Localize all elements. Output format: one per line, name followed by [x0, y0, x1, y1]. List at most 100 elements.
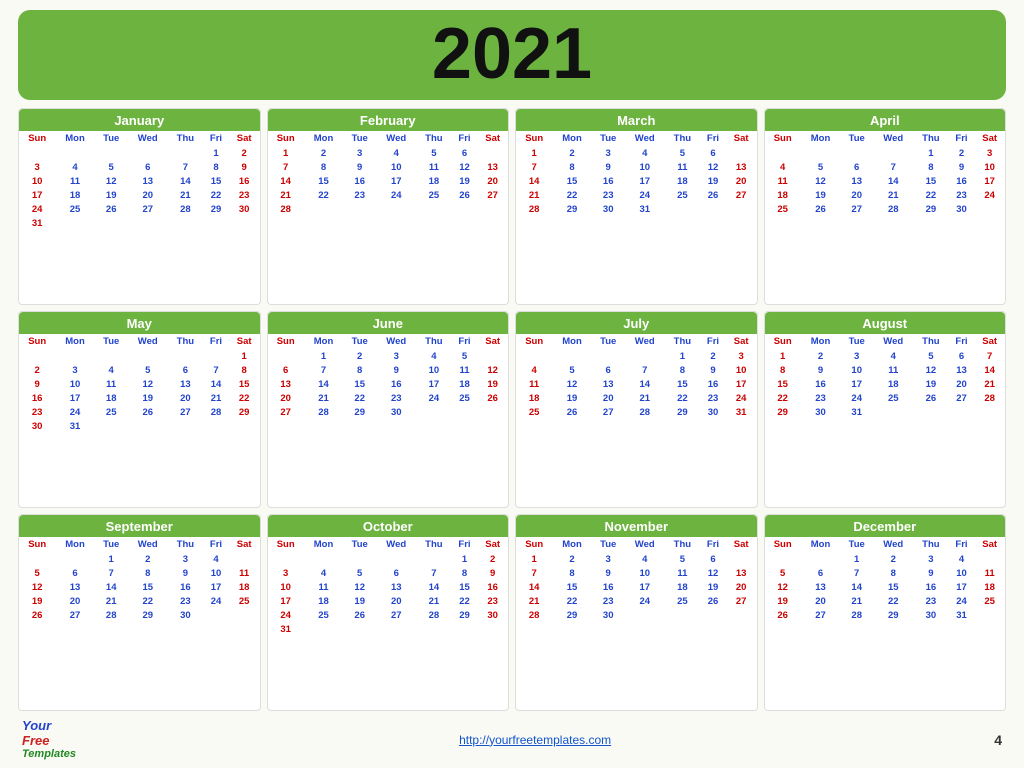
day-cell: 11	[416, 160, 451, 174]
day-header-tue: Tue	[840, 537, 873, 552]
day-cell: 12	[128, 377, 168, 391]
day-cell: 21	[974, 377, 1005, 391]
day-cell: 2	[343, 349, 376, 363]
day-cell: 9	[168, 566, 203, 580]
day-header-sat: Sat	[477, 537, 508, 552]
day-cell: 3	[840, 349, 873, 363]
day-cell: 15	[304, 174, 343, 188]
day-cell: 21	[516, 188, 552, 202]
day-cell: 4	[416, 349, 451, 363]
day-cell: 27	[168, 405, 203, 419]
day-cell: 12	[765, 580, 801, 594]
day-header-sat: Sat	[726, 131, 757, 146]
day-cell	[477, 202, 508, 216]
day-cell: 29	[229, 405, 260, 419]
logo-templates: Templates	[22, 748, 76, 760]
day-cell	[95, 349, 128, 363]
day-cell: 27	[840, 202, 873, 216]
day-cell: 19	[765, 594, 801, 608]
day-cell: 29	[873, 608, 913, 622]
day-cell: 11	[229, 566, 260, 580]
day-cell: 9	[343, 160, 376, 174]
day-cell: 5	[19, 566, 55, 580]
day-header-sun: Sun	[19, 537, 55, 552]
month-june: JuneSunMonTueWedThuFriSat123456789101112…	[267, 311, 510, 508]
day-cell: 29	[552, 608, 591, 622]
day-cell: 24	[19, 202, 55, 216]
day-cell: 16	[376, 377, 416, 391]
day-cell	[416, 552, 451, 566]
month-november: NovemberSunMonTueWedThuFriSat12345678910…	[515, 514, 758, 711]
day-cell	[168, 349, 203, 363]
day-cell: 22	[128, 594, 168, 608]
day-cell: 3	[974, 146, 1005, 160]
day-cell: 12	[700, 160, 726, 174]
day-cell: 2	[552, 146, 591, 160]
day-cell: 7	[840, 566, 873, 580]
day-header-mon: Mon	[801, 537, 840, 552]
day-cell: 11	[516, 377, 552, 391]
day-cell: 23	[592, 594, 625, 608]
day-cell	[376, 202, 416, 216]
day-cell: 19	[913, 377, 948, 391]
day-cell	[416, 202, 451, 216]
day-cell: 9	[477, 566, 508, 580]
day-cell: 16	[168, 580, 203, 594]
day-cell: 10	[376, 160, 416, 174]
month-table: SunMonTueWedThuFriSat1234567891011121314…	[765, 334, 1006, 419]
day-header-mon: Mon	[552, 334, 591, 349]
day-cell: 10	[726, 363, 757, 377]
day-cell: 27	[268, 405, 304, 419]
day-cell: 22	[343, 391, 376, 405]
footer-link[interactable]: http://yourfreetemplates.com	[459, 733, 611, 747]
day-header-wed: Wed	[376, 131, 416, 146]
day-cell: 21	[268, 188, 304, 202]
day-cell: 30	[168, 608, 203, 622]
day-cell: 20	[477, 174, 508, 188]
day-cell: 13	[268, 377, 304, 391]
day-cell	[416, 405, 451, 419]
day-header-sat: Sat	[229, 537, 260, 552]
day-cell: 8	[343, 363, 376, 377]
day-cell: 12	[343, 580, 376, 594]
day-cell: 8	[452, 566, 478, 580]
day-cell: 9	[19, 377, 55, 391]
day-cell: 8	[552, 160, 591, 174]
month-title: August	[765, 312, 1006, 334]
day-header-thu: Thu	[665, 537, 700, 552]
day-cell	[128, 216, 168, 230]
day-header-sun: Sun	[268, 537, 304, 552]
day-cell: 9	[700, 363, 726, 377]
day-header-fri: Fri	[203, 131, 229, 146]
day-header-fri: Fri	[700, 334, 726, 349]
day-cell: 9	[229, 160, 260, 174]
day-cell: 15	[128, 580, 168, 594]
day-cell: 23	[376, 391, 416, 405]
day-cell	[452, 622, 478, 636]
day-cell: 23	[19, 405, 55, 419]
day-cell: 14	[168, 174, 203, 188]
day-cell: 3	[55, 363, 94, 377]
day-cell: 8	[665, 363, 700, 377]
month-december: DecemberSunMonTueWedThuFriSat12345678910…	[764, 514, 1007, 711]
day-cell: 30	[700, 405, 726, 419]
day-cell: 23	[949, 188, 975, 202]
day-header-fri: Fri	[203, 537, 229, 552]
month-april: AprilSunMonTueWedThuFriSat12345678910111…	[764, 108, 1007, 305]
day-cell: 15	[665, 377, 700, 391]
day-cell: 18	[516, 391, 552, 405]
day-cell	[229, 608, 260, 622]
day-cell	[665, 608, 700, 622]
day-cell: 7	[516, 160, 552, 174]
month-title: May	[19, 312, 260, 334]
day-cell: 16	[700, 377, 726, 391]
day-cell: 20	[840, 188, 873, 202]
day-cell	[304, 552, 343, 566]
month-title: April	[765, 109, 1006, 131]
day-cell: 15	[203, 174, 229, 188]
day-cell: 7	[416, 566, 451, 580]
day-header-thu: Thu	[416, 131, 451, 146]
day-cell	[726, 202, 757, 216]
day-cell	[949, 405, 975, 419]
day-cell: 12	[552, 377, 591, 391]
